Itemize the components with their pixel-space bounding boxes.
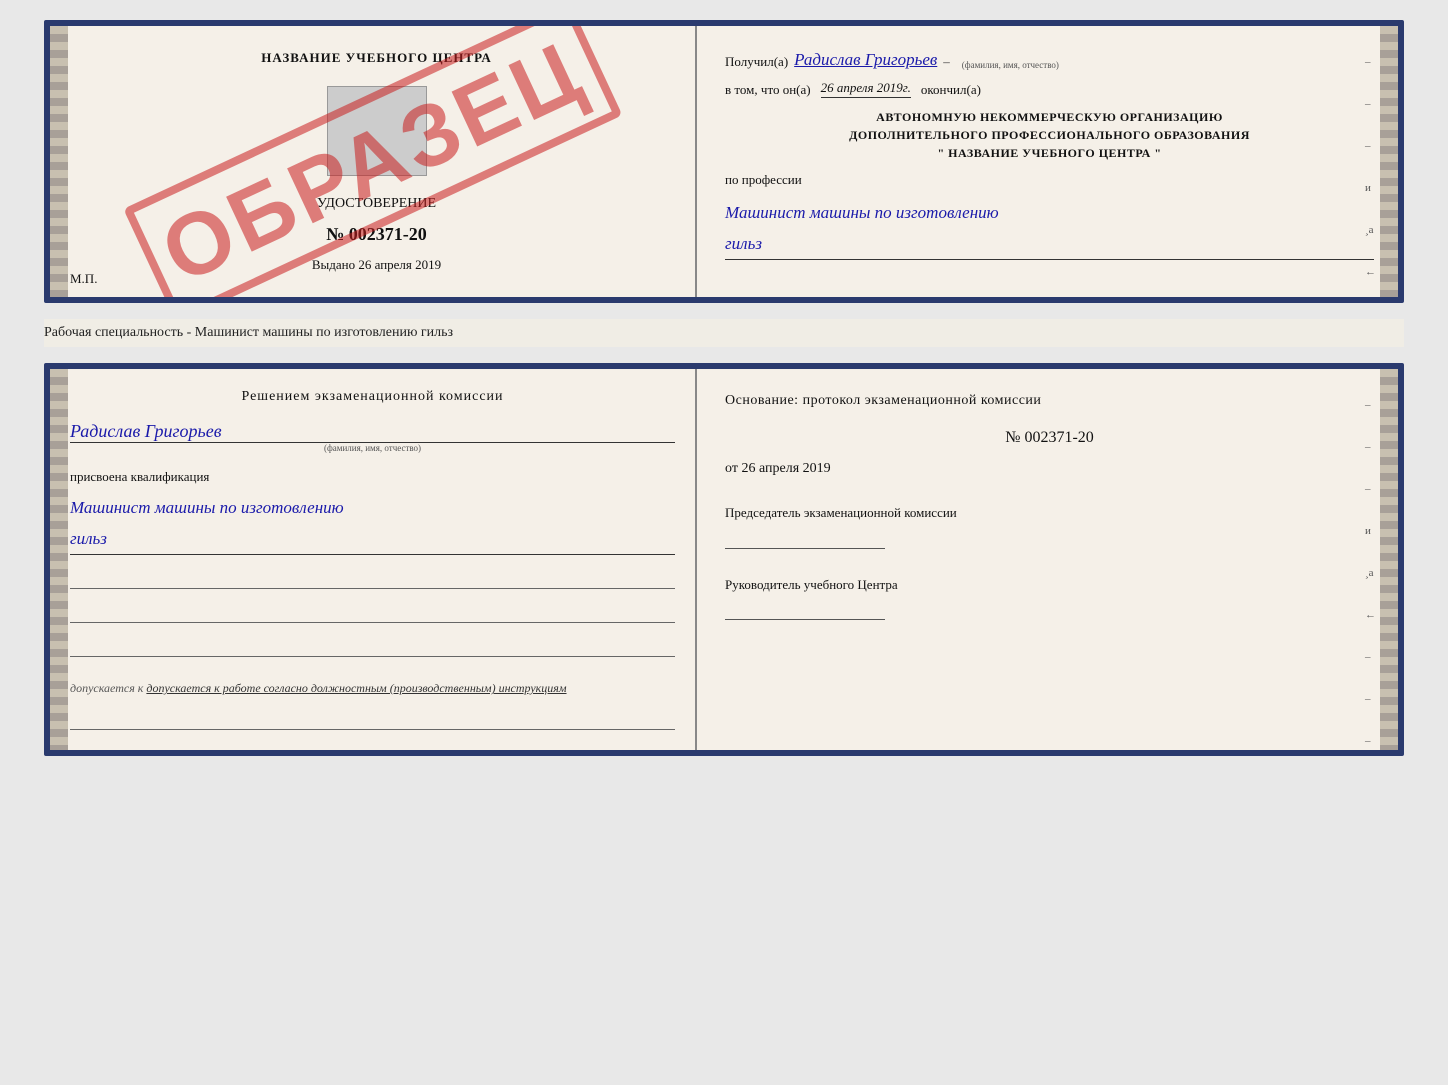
person-name-label: (фамилия, имя, отчество) (70, 443, 675, 453)
dash5: ¸а (1365, 224, 1376, 236)
director-sig-line (725, 600, 885, 620)
subtitle-text: Рабочая специальность - Машинист машины … (44, 319, 1404, 347)
qual-line2: гильз (70, 529, 107, 548)
certificate-label: УДОСТОВЕРЕНИЕ (317, 196, 436, 212)
completed-prefix: в том, что он(а) (725, 82, 811, 98)
profession-label: по профессии (725, 172, 1374, 188)
profession-name: Машинист машины по изготовлению гильз (725, 198, 1374, 260)
dash-b9: – (1365, 735, 1376, 747)
dash-b7: – (1365, 651, 1376, 663)
photo-placeholder (327, 86, 427, 176)
side-dashes-2: – – – и ¸а ← – – – – (1365, 399, 1376, 756)
allow-prefix: допускается к (70, 681, 146, 695)
protocol-date-value: 26 апреля 2019 (741, 461, 830, 476)
protocol-date: от 26 апреля 2019 (725, 461, 1374, 477)
issued-prefix: Выдано (312, 257, 355, 272)
dash4: и (1365, 182, 1376, 194)
dash3: – (1365, 140, 1376, 152)
top-doc-right: Получил(а) Радислав Григорьев – (фамилия… (697, 26, 1398, 297)
allow-text: допускается к допускается к работе согла… (70, 681, 675, 696)
completed-suffix: окончил(а) (921, 82, 981, 98)
protocol-number: № 002371-20 (725, 429, 1374, 447)
completed-date: 26 апреля 2019г. (821, 80, 911, 98)
allow-suffix: допускается к работе согласно должностны… (146, 681, 566, 695)
protocol-date-prefix: от (725, 461, 738, 476)
qual-line1: Машинист машины по изготовлению (70, 498, 344, 517)
issued-date-value: 26 апреля 2019 (358, 257, 441, 272)
org-block: АВТОНОМНУЮ НЕКОММЕРЧЕСКУЮ ОРГАНИЗАЦИЮ ДО… (725, 108, 1374, 162)
basis-title: Основание: протокол экзаменационной коми… (725, 393, 1374, 409)
profession-line1: Машинист машины по изготовлению (725, 203, 999, 222)
right-stripe-decoration-2 (1380, 369, 1398, 750)
person-name-block: Радислав Григорьев (фамилия, имя, отчест… (70, 421, 675, 453)
director-title: Руководитель учебного Центра (725, 575, 1374, 595)
blank-line-4 (70, 712, 675, 730)
dash-b2: – (1365, 441, 1376, 453)
left-stripe-decoration-2 (50, 369, 68, 750)
recipient-line: Получил(а) Радислав Григорьев – (фамилия… (725, 50, 1374, 70)
dash-b4: и (1365, 525, 1376, 537)
dash6: ← (1365, 266, 1376, 278)
top-doc-left: НАЗВАНИЕ УЧЕБНОГО ЦЕНТРА УДОСТОВЕРЕНИЕ №… (50, 26, 697, 297)
received-prefix: Получил(а) (725, 54, 788, 70)
mp-label: М.П. (70, 271, 97, 287)
director-block: Руководитель учебного Центра (725, 575, 1374, 621)
dash-b1: – (1365, 399, 1376, 411)
blank-line-2 (70, 605, 675, 623)
org-line3: " НАЗВАНИЕ УЧЕБНОГО ЦЕНТРА " (725, 144, 1374, 162)
bottom-doc-right: Основание: протокол экзаменационной коми… (697, 369, 1398, 750)
top-document: НАЗВАНИЕ УЧЕБНОГО ЦЕНТРА УДОСТОВЕРЕНИЕ №… (44, 20, 1404, 303)
chairman-sig-line (725, 529, 885, 549)
bottom-document: Решением экзаменационной комиссии Радисл… (44, 363, 1404, 756)
training-center-title: НАЗВАНИЕ УЧЕБНОГО ЦЕНТРА (261, 50, 492, 66)
recipient-name-label: (фамилия, имя, отчество) (962, 60, 1059, 70)
dash2: – (1365, 98, 1376, 110)
person-name: Радислав Григорьев (70, 421, 675, 443)
dash1: – (1365, 56, 1376, 68)
chairman-title: Председатель экзаменационной комиссии (725, 503, 1374, 523)
bottom-doc-left: Решением экзаменационной комиссии Радисл… (50, 369, 697, 750)
blank-line-3 (70, 639, 675, 657)
org-line2: ДОПОЛНИТЕЛЬНОГО ПРОФЕССИОНАЛЬНОГО ОБРАЗО… (725, 126, 1374, 144)
completed-line: в том, что он(а) 26 апреля 2019г. окончи… (725, 80, 1374, 98)
profession-line2: гильз (725, 234, 762, 253)
resolution-title: Решением экзаменационной комиссии (70, 389, 675, 405)
dash-b3: – (1365, 483, 1376, 495)
org-line1: АВТОНОМНУЮ НЕКОММЕРЧЕСКУЮ ОРГАНИЗАЦИЮ (725, 108, 1374, 126)
issued-date: Выдано 26 апреля 2019 (312, 257, 441, 273)
right-stripe-decoration (1380, 26, 1398, 297)
certificate-number: № 002371-20 (326, 224, 427, 245)
dash-b5: ¸а (1365, 567, 1376, 579)
side-dashes: – – – и ¸а ← – – – – (1365, 56, 1376, 303)
blank-line-1 (70, 571, 675, 589)
qual-label: присвоена квалификация (70, 469, 675, 485)
left-stripe-decoration (50, 26, 68, 297)
dash-b8: – (1365, 693, 1376, 705)
recipient-name: Радислав Григорьев (794, 50, 937, 70)
chairman-block: Председатель экзаменационной комиссии (725, 503, 1374, 549)
dash-b6: ← (1365, 609, 1376, 621)
qual-name: Машинист машины по изготовлению гильз (70, 493, 675, 555)
